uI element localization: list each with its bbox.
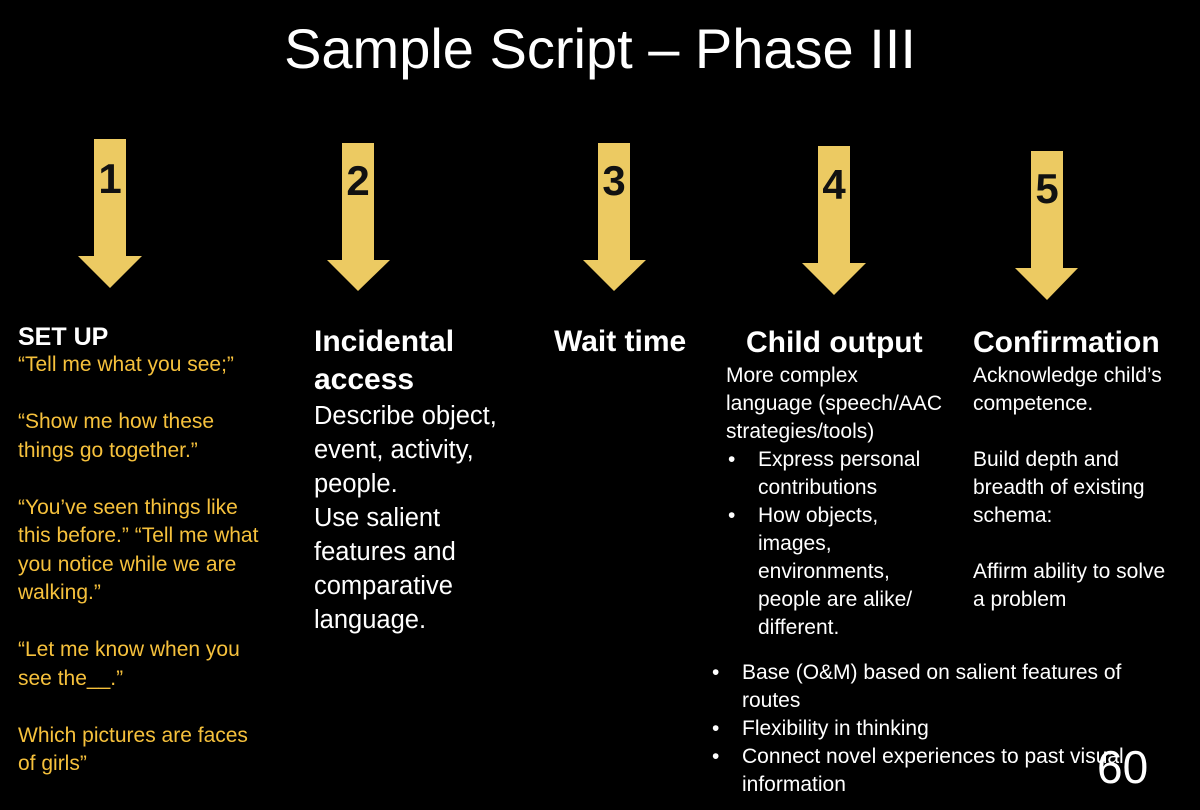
- setup-prompt: “Tell me what you see;”: [18, 353, 234, 376]
- child-output-body: More complex language (speech/AAC strate…: [726, 362, 976, 642]
- step-number-3: 3: [602, 157, 625, 204]
- arrow-icon-step-4: 4: [802, 146, 866, 295]
- step-number-5: 5: [1035, 165, 1058, 212]
- confirmation-paragraph: Build depth and breadth of existing sche…: [973, 448, 1145, 527]
- page-number: 60: [1097, 741, 1149, 793]
- child-output-heading: Child output: [746, 326, 923, 359]
- setup-prompt: “You’ve seen things like this before.” “…: [18, 495, 259, 605]
- setup-prompt: “Show me how these things go together.”: [18, 410, 215, 462]
- setup-heading: SET UP: [18, 323, 109, 351]
- arrow-icon-step-1: 1: [78, 139, 142, 288]
- bullet-item: Express personal contributions: [726, 446, 976, 502]
- arrow-icon-step-5: 5: [1015, 151, 1078, 300]
- bullet-item: Base (O&M) based on salient features of …: [710, 659, 1190, 715]
- step-number-4: 4: [822, 161, 846, 208]
- setup-column: SET UP “Tell me what you see;” “Show me …: [18, 323, 308, 779]
- arrow-icon-step-3: 3: [583, 143, 646, 291]
- confirmation-heading: Confirmation: [973, 326, 1160, 359]
- confirmation-column: Confirmation Acknowledge child’s compete…: [973, 324, 1200, 614]
- confirmation-paragraph: Acknowledge child’s competence.: [973, 364, 1162, 415]
- setup-prompts: “Tell me what you see;” “Show me how the…: [18, 351, 308, 779]
- confirmation-body: Acknowledge child’s competence. Build de…: [973, 362, 1200, 614]
- confirmation-paragraph: Affirm ability to solve a problem: [973, 560, 1166, 611]
- bullet-item: Flexibility in thinking: [710, 715, 1190, 743]
- incidental-body: Describe object, event, activity, people…: [314, 402, 497, 634]
- incidental-column: Incidental access Describe object, event…: [314, 323, 544, 637]
- incidental-heading: Incidental access: [314, 325, 455, 396]
- step-number-1: 1: [98, 155, 121, 202]
- child-output-column: Child output More complex language (spee…: [726, 324, 976, 642]
- bullet-item: How objects, images, environments, peopl…: [726, 502, 976, 642]
- setup-prompt: “Let me know when you see the__.”: [18, 638, 240, 690]
- wait-time-heading: Wait time: [554, 325, 687, 358]
- child-output-bullets: Express personal contributions How objec…: [726, 446, 976, 642]
- wait-time-column: Wait time: [554, 323, 724, 361]
- step-number-2: 2: [346, 157, 369, 204]
- arrow-icon-step-2: 2: [327, 143, 390, 291]
- setup-prompt: Which pictures are faces of girls”: [18, 723, 248, 776]
